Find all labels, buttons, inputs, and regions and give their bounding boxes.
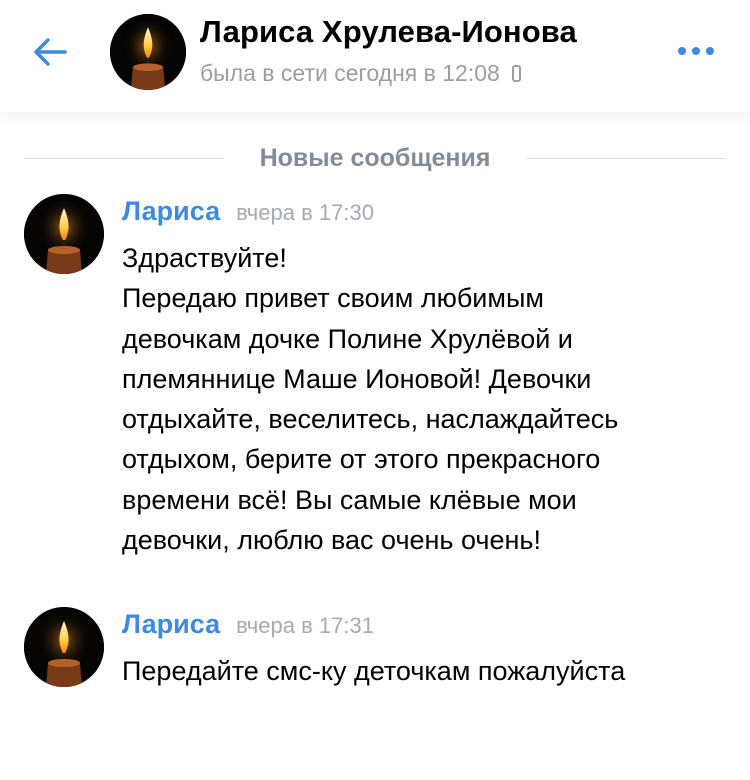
message-line: отдыхом, берите от этого прекрасного bbox=[122, 444, 601, 475]
message-avatar[interactable] bbox=[24, 607, 104, 687]
candle-avatar-icon bbox=[24, 194, 104, 274]
new-messages-divider: Новые сообщения bbox=[24, 140, 726, 176]
message-line: Передаю привет своим любимым bbox=[122, 283, 544, 314]
arrow-left-icon bbox=[34, 38, 67, 66]
message-time: вчера в 17:31 bbox=[236, 613, 374, 638]
message-line: времени всё! Вы самые клёвые мои bbox=[122, 484, 577, 515]
candle-avatar-icon bbox=[24, 607, 104, 687]
message-line: девочкам дочке Полине Хрулёвой и bbox=[122, 323, 573, 354]
contact-name[interactable]: Лариса Хрулева-Ионова bbox=[200, 14, 577, 50]
mobile-phone-icon bbox=[511, 65, 521, 82]
message-line: Передайте смс-ку деточкам пожалуйста bbox=[122, 656, 626, 686]
message-text: Здраствуйте! Передаю привет своим любимы… bbox=[122, 238, 722, 560]
new-messages-label: Новые сообщения bbox=[259, 143, 491, 172]
divider-line bbox=[24, 157, 224, 159]
message-author[interactable]: Лариса bbox=[122, 609, 220, 640]
message-time: вчера в 17:30 bbox=[236, 200, 374, 225]
message-line: Здраствуйте! bbox=[122, 243, 287, 273]
message-header: Лариса вчера в 17:31 bbox=[122, 609, 374, 640]
chat-header: Лариса Хрулева-Ионова была в сети сегодн… bbox=[0, 0, 750, 112]
message-item: Лариса вчера в 17:31 Передайте смс-ку де… bbox=[0, 607, 750, 707]
more-dot bbox=[706, 47, 714, 55]
online-status: была в сети сегодня в 12:08 bbox=[200, 60, 521, 87]
more-dot bbox=[692, 47, 700, 55]
message-line: племяннице Маше Ионовой! Девочки bbox=[122, 363, 592, 394]
candle-avatar-icon bbox=[110, 14, 186, 90]
message-author[interactable]: Лариса bbox=[122, 196, 220, 227]
message-avatar[interactable] bbox=[24, 194, 104, 274]
more-options-button[interactable] bbox=[668, 36, 724, 66]
chat-avatar[interactable] bbox=[110, 14, 186, 90]
message-line: отдыхайте, веселитесь, наслаждайтесь bbox=[122, 404, 619, 435]
divider-line bbox=[526, 157, 726, 159]
back-button[interactable] bbox=[24, 28, 76, 76]
message-text: Передайте смс-ку деточкам пожалуйста bbox=[122, 651, 742, 691]
more-dot bbox=[678, 47, 686, 55]
status-text: была в сети сегодня в 12:08 bbox=[200, 60, 500, 86]
message-item: Лариса вчера в 17:30 Здраствуйте! Переда… bbox=[0, 194, 750, 574]
message-line: девочки, люблю вас очень очень! bbox=[122, 525, 541, 556]
message-header: Лариса вчера в 17:30 bbox=[122, 196, 374, 227]
